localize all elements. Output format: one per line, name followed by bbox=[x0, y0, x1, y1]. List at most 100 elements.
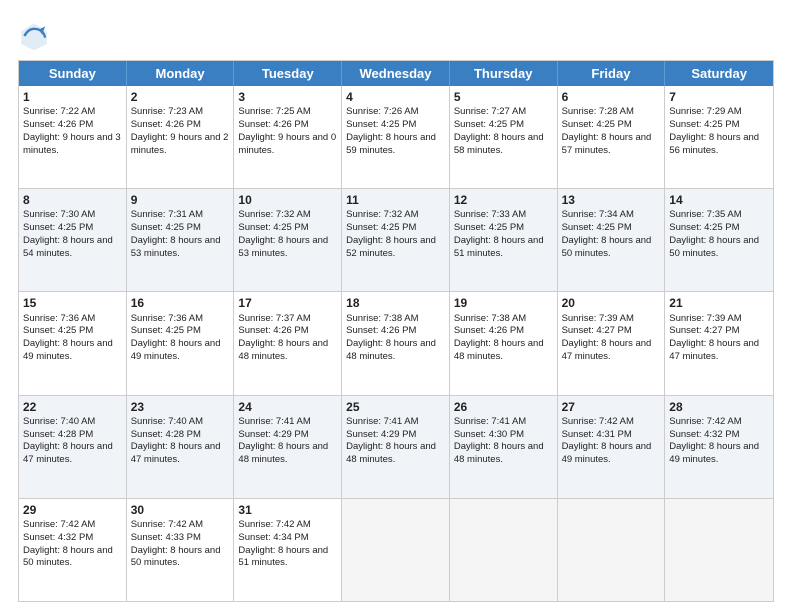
calendar-cell: 10Sunrise: 7:32 AMSunset: 4:25 PMDayligh… bbox=[234, 189, 342, 291]
day-info-line: Sunset: 4:25 PM bbox=[23, 325, 122, 338]
day-number: 24 bbox=[238, 399, 337, 415]
day-info-line: Sunrise: 7:32 AM bbox=[238, 209, 337, 222]
calendar-week: 22Sunrise: 7:40 AMSunset: 4:28 PMDayligh… bbox=[19, 396, 773, 499]
day-info-line: Sunrise: 7:23 AM bbox=[131, 106, 230, 119]
day-number: 10 bbox=[238, 192, 337, 208]
day-info-line: Sunrise: 7:27 AM bbox=[454, 106, 553, 119]
day-info-line: Sunset: 4:25 PM bbox=[131, 325, 230, 338]
day-number: 7 bbox=[669, 89, 769, 105]
day-number: 8 bbox=[23, 192, 122, 208]
day-info-line: Sunset: 4:26 PM bbox=[131, 119, 230, 132]
day-number: 20 bbox=[562, 295, 661, 311]
calendar-header-cell: Tuesday bbox=[234, 61, 342, 86]
calendar-cell: 26Sunrise: 7:41 AMSunset: 4:30 PMDayligh… bbox=[450, 396, 558, 498]
day-info-line: Sunrise: 7:41 AM bbox=[346, 416, 445, 429]
calendar-cell: 19Sunrise: 7:38 AMSunset: 4:26 PMDayligh… bbox=[450, 292, 558, 394]
day-info-line: Sunset: 4:25 PM bbox=[669, 119, 769, 132]
day-info-line: Daylight: 8 hours and 48 minutes. bbox=[238, 441, 337, 467]
day-info-line: Sunset: 4:25 PM bbox=[346, 222, 445, 235]
day-number: 12 bbox=[454, 192, 553, 208]
day-info-line: Daylight: 8 hours and 49 minutes. bbox=[23, 338, 122, 364]
day-info-line: Sunset: 4:29 PM bbox=[346, 429, 445, 442]
day-info-line: Daylight: 8 hours and 50 minutes. bbox=[669, 235, 769, 261]
day-info-line: Sunrise: 7:37 AM bbox=[238, 313, 337, 326]
calendar-cell: 29Sunrise: 7:42 AMSunset: 4:32 PMDayligh… bbox=[19, 499, 127, 601]
day-number: 30 bbox=[131, 502, 230, 518]
day-info-line: Sunrise: 7:41 AM bbox=[238, 416, 337, 429]
calendar-week: 29Sunrise: 7:42 AMSunset: 4:32 PMDayligh… bbox=[19, 499, 773, 601]
day-info-line: Daylight: 8 hours and 47 minutes. bbox=[131, 441, 230, 467]
calendar-cell: 8Sunrise: 7:30 AMSunset: 4:25 PMDaylight… bbox=[19, 189, 127, 291]
day-info-line: Daylight: 8 hours and 50 minutes. bbox=[562, 235, 661, 261]
calendar-cell: 12Sunrise: 7:33 AMSunset: 4:25 PMDayligh… bbox=[450, 189, 558, 291]
header bbox=[18, 16, 774, 52]
calendar-cell bbox=[665, 499, 773, 601]
calendar-cell: 9Sunrise: 7:31 AMSunset: 4:25 PMDaylight… bbox=[127, 189, 235, 291]
day-info-line: Sunset: 4:28 PM bbox=[131, 429, 230, 442]
calendar-body: 1Sunrise: 7:22 AMSunset: 4:26 PMDaylight… bbox=[19, 86, 773, 601]
day-info-line: Sunset: 4:31 PM bbox=[562, 429, 661, 442]
day-info-line: Daylight: 8 hours and 48 minutes. bbox=[238, 338, 337, 364]
day-info-line: Sunset: 4:25 PM bbox=[454, 222, 553, 235]
day-info-line: Daylight: 9 hours and 2 minutes. bbox=[131, 132, 230, 158]
day-info-line: Sunset: 4:25 PM bbox=[346, 119, 445, 132]
calendar-cell: 16Sunrise: 7:36 AMSunset: 4:25 PMDayligh… bbox=[127, 292, 235, 394]
day-info-line: Sunrise: 7:38 AM bbox=[454, 313, 553, 326]
day-number: 6 bbox=[562, 89, 661, 105]
day-info-line: Daylight: 8 hours and 51 minutes. bbox=[238, 545, 337, 571]
calendar-header-cell: Thursday bbox=[450, 61, 558, 86]
calendar-cell: 21Sunrise: 7:39 AMSunset: 4:27 PMDayligh… bbox=[665, 292, 773, 394]
day-info-line: Daylight: 8 hours and 47 minutes. bbox=[23, 441, 122, 467]
calendar-cell bbox=[342, 499, 450, 601]
day-info-line: Sunset: 4:26 PM bbox=[23, 119, 122, 132]
calendar-cell: 27Sunrise: 7:42 AMSunset: 4:31 PMDayligh… bbox=[558, 396, 666, 498]
calendar-cell: 28Sunrise: 7:42 AMSunset: 4:32 PMDayligh… bbox=[665, 396, 773, 498]
calendar-cell: 24Sunrise: 7:41 AMSunset: 4:29 PMDayligh… bbox=[234, 396, 342, 498]
day-number: 31 bbox=[238, 502, 337, 518]
calendar-cell: 7Sunrise: 7:29 AMSunset: 4:25 PMDaylight… bbox=[665, 86, 773, 188]
calendar-cell: 11Sunrise: 7:32 AMSunset: 4:25 PMDayligh… bbox=[342, 189, 450, 291]
day-info-line: Sunrise: 7:33 AM bbox=[454, 209, 553, 222]
logo bbox=[18, 20, 54, 52]
day-info-line: Daylight: 8 hours and 49 minutes. bbox=[669, 441, 769, 467]
day-number: 2 bbox=[131, 89, 230, 105]
day-info-line: Daylight: 8 hours and 48 minutes. bbox=[454, 441, 553, 467]
calendar-header-cell: Friday bbox=[558, 61, 666, 86]
day-number: 25 bbox=[346, 399, 445, 415]
day-info-line: Daylight: 9 hours and 3 minutes. bbox=[23, 132, 122, 158]
day-info-line: Sunset: 4:26 PM bbox=[238, 119, 337, 132]
calendar: SundayMondayTuesdayWednesdayThursdayFrid… bbox=[18, 60, 774, 602]
day-number: 23 bbox=[131, 399, 230, 415]
day-info-line: Sunset: 4:25 PM bbox=[669, 222, 769, 235]
logo-icon bbox=[18, 20, 50, 52]
calendar-cell: 20Sunrise: 7:39 AMSunset: 4:27 PMDayligh… bbox=[558, 292, 666, 394]
day-number: 28 bbox=[669, 399, 769, 415]
day-info-line: Sunrise: 7:41 AM bbox=[454, 416, 553, 429]
day-number: 1 bbox=[23, 89, 122, 105]
day-info-line: Sunset: 4:32 PM bbox=[23, 532, 122, 545]
day-info-line: Sunrise: 7:28 AM bbox=[562, 106, 661, 119]
calendar-header-cell: Monday bbox=[127, 61, 235, 86]
day-number: 5 bbox=[454, 89, 553, 105]
day-info-line: Sunrise: 7:38 AM bbox=[346, 313, 445, 326]
day-number: 14 bbox=[669, 192, 769, 208]
day-info-line: Sunset: 4:28 PM bbox=[23, 429, 122, 442]
day-number: 29 bbox=[23, 502, 122, 518]
day-number: 27 bbox=[562, 399, 661, 415]
day-info-line: Daylight: 8 hours and 59 minutes. bbox=[346, 132, 445, 158]
day-info-line: Daylight: 8 hours and 51 minutes. bbox=[454, 235, 553, 261]
calendar-header-row: SundayMondayTuesdayWednesdayThursdayFrid… bbox=[19, 61, 773, 86]
day-number: 18 bbox=[346, 295, 445, 311]
day-number: 21 bbox=[669, 295, 769, 311]
day-info-line: Sunset: 4:32 PM bbox=[669, 429, 769, 442]
day-info-line: Sunrise: 7:39 AM bbox=[669, 313, 769, 326]
day-info-line: Sunset: 4:27 PM bbox=[562, 325, 661, 338]
day-info-line: Sunrise: 7:42 AM bbox=[562, 416, 661, 429]
day-info-line: Sunrise: 7:25 AM bbox=[238, 106, 337, 119]
day-info-line: Sunrise: 7:34 AM bbox=[562, 209, 661, 222]
day-number: 3 bbox=[238, 89, 337, 105]
day-info-line: Sunset: 4:34 PM bbox=[238, 532, 337, 545]
day-info-line: Daylight: 8 hours and 49 minutes. bbox=[562, 441, 661, 467]
day-info-line: Daylight: 8 hours and 49 minutes. bbox=[131, 338, 230, 364]
calendar-cell: 6Sunrise: 7:28 AMSunset: 4:25 PMDaylight… bbox=[558, 86, 666, 188]
